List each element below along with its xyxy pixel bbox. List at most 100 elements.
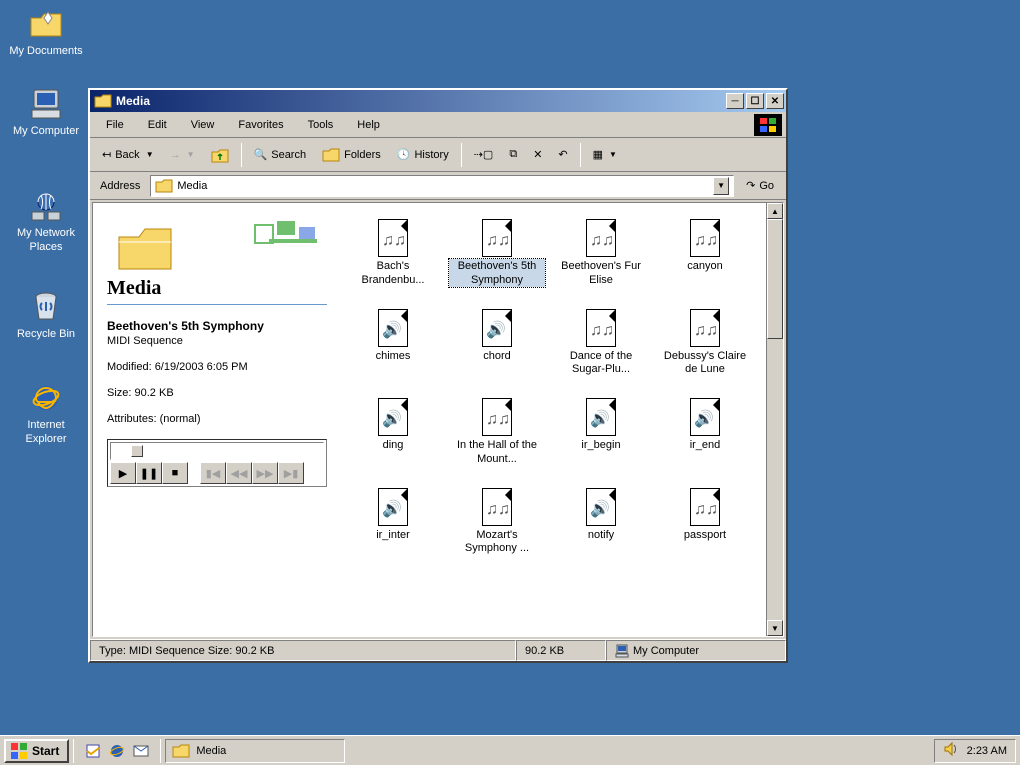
start-button[interactable]: Start (4, 739, 69, 763)
player-seekbar[interactable] (110, 442, 324, 460)
file-item[interactable]: ♫♫Mozart's Symphony ... (449, 482, 545, 556)
address-dropdown-button[interactable]: ▼ (713, 177, 729, 195)
file-item[interactable]: 🔊chord (449, 303, 545, 377)
skip-start-button[interactable]: ▮◀ (200, 462, 226, 484)
file-item[interactable]: 🔊ding (345, 392, 441, 466)
midi-file-icon: ♫♫ (583, 213, 619, 257)
explorer-window: Media ─ ☐ ✕ File Edit View Favorites Too… (88, 88, 788, 663)
file-type: MIDI Sequence (107, 335, 327, 347)
forward-button[interactable]: →▼ (164, 146, 201, 164)
windows-logo-icon (10, 742, 28, 760)
pause-button[interactable]: ❚❚ (136, 462, 162, 484)
search-icon: 🔍 (254, 148, 268, 161)
file-item[interactable]: ♫♫Dance of the Sugar-Plu... (553, 303, 649, 377)
file-area[interactable]: ♫♫Bach's Brandenbu...♫♫Beethoven's 5th S… (341, 203, 783, 636)
file-item[interactable]: ♫♫Beethoven's Fur Elise (553, 213, 649, 287)
midi-file-icon: ♫♫ (479, 213, 515, 257)
play-button[interactable]: ▶ (110, 462, 136, 484)
delete-icon: ✕ (533, 148, 542, 161)
move-to-button[interactable]: ⇢▢ (468, 145, 500, 164)
quick-launch-show-desktop[interactable] (82, 740, 104, 762)
menu-help[interactable]: Help (345, 115, 392, 135)
network-icon (28, 188, 64, 224)
midi-file-icon: ♫♫ (583, 303, 619, 347)
rewind-button[interactable]: ◀◀ (226, 462, 252, 484)
desktop-icon-my-documents[interactable]: My Documents (6, 6, 86, 58)
file-item[interactable]: ♫♫Debussy's Claire de Lune (657, 303, 753, 377)
midi-file-icon: ♫♫ (479, 392, 515, 436)
wave-file-icon: 🔊 (583, 392, 619, 436)
views-button[interactable]: ▦▼ (587, 145, 623, 164)
midi-file-icon: ♫♫ (375, 213, 411, 257)
file-item[interactable]: 🔊chimes (345, 303, 441, 377)
taskbar-task-media[interactable]: Media (165, 739, 345, 763)
content-area: Media Beethoven's 5th Symphony MIDI Sequ… (92, 202, 784, 637)
window-title: Media (116, 94, 150, 108)
throbber-icon (754, 114, 782, 136)
file-item[interactable]: ♫♫Beethoven's 5th Symphony (449, 213, 545, 287)
status-location: My Computer (606, 640, 786, 661)
undo-icon: ↶ (558, 148, 567, 161)
file-label: notify (586, 528, 616, 544)
go-button[interactable]: ↷Go (740, 176, 780, 195)
menu-edit[interactable]: Edit (136, 115, 179, 135)
desktop-icon-my-network-places[interactable]: My Network Places (6, 188, 86, 255)
skip-end-button[interactable]: ▶▮ (278, 462, 304, 484)
desktop-icon-internet-explorer[interactable]: Internet Explorer (6, 380, 86, 447)
system-tray[interactable]: 2:23 AM (934, 739, 1016, 763)
midi-file-icon: ♫♫ (687, 213, 723, 257)
desktop-icon-recycle-bin[interactable]: Recycle Bin (6, 289, 86, 341)
file-label: ir_end (688, 438, 723, 454)
menu-view[interactable]: View (179, 115, 227, 135)
history-button[interactable]: 🕓History (391, 145, 455, 164)
file-item[interactable]: 🔊ir_begin (553, 392, 649, 466)
scroll-up-button[interactable]: ▲ (767, 203, 783, 219)
scroll-down-button[interactable]: ▼ (767, 620, 783, 636)
desktop-icon-label: My Computer (6, 124, 86, 138)
search-button[interactable]: 🔍Search (248, 145, 313, 164)
file-label: ir_inter (374, 528, 412, 544)
menu-favorites[interactable]: Favorites (226, 115, 295, 135)
fast-forward-button[interactable]: ▶▶ (252, 462, 278, 484)
copy-to-button[interactable]: ⧉ (503, 145, 523, 164)
folder-documents-icon (28, 6, 64, 42)
file-label: canyon (685, 259, 724, 275)
maximize-button[interactable]: ☐ (746, 93, 764, 109)
wave-file-icon: 🔊 (375, 303, 411, 347)
file-label: Beethoven's 5th Symphony (449, 259, 545, 287)
wave-file-icon: 🔊 (375, 392, 411, 436)
undo-button[interactable]: ↶ (552, 145, 573, 164)
minimize-button[interactable]: ─ (726, 93, 744, 109)
back-button[interactable]: ↤Back▼ (96, 145, 160, 164)
toolbar: ↤Back▼ →▼ 🔍Search Folders 🕓History ⇢▢ ⧉ … (90, 138, 786, 172)
file-item[interactable]: 🔊notify (553, 482, 649, 556)
banner-decoration-icon (253, 219, 321, 262)
stop-button[interactable]: ■ (162, 462, 188, 484)
scroll-thumb[interactable] (767, 219, 783, 339)
volume-icon[interactable] (943, 741, 959, 760)
menu-tools[interactable]: Tools (296, 115, 346, 135)
file-label: passport (682, 528, 728, 544)
close-button[interactable]: ✕ (766, 93, 784, 109)
file-item[interactable]: 🔊ir_end (657, 392, 753, 466)
seek-thumb[interactable] (131, 445, 143, 457)
quick-launch-ie[interactable] (106, 740, 128, 762)
file-item[interactable]: 🔊ir_inter (345, 482, 441, 556)
file-item[interactable]: ♫♫ canyon (657, 213, 753, 287)
address-input[interactable] (177, 180, 709, 192)
selected-file-name: Beethoven's 5th Symphony (107, 319, 327, 333)
delete-button[interactable]: ✕ (527, 145, 548, 164)
up-button[interactable] (205, 143, 235, 167)
folders-button[interactable]: Folders (316, 144, 387, 166)
scrollbar[interactable]: ▲ ▼ (766, 203, 783, 636)
titlebar[interactable]: Media ─ ☐ ✕ (90, 90, 786, 112)
file-item[interactable]: ♫♫Bach's Brandenbu... (345, 213, 441, 287)
menu-file[interactable]: File (94, 115, 136, 135)
address-field[interactable]: ▼ (150, 175, 734, 197)
file-item[interactable]: ♫♫passport (657, 482, 753, 556)
quick-launch-outlook[interactable] (130, 740, 152, 762)
desktop-icon-label: Internet Explorer (6, 418, 86, 447)
desktop-icon-my-computer[interactable]: My Computer (6, 86, 86, 138)
file-item[interactable]: ♫♫In the Hall of the Mount... (449, 392, 545, 466)
menubar: File Edit View Favorites Tools Help (90, 112, 786, 138)
